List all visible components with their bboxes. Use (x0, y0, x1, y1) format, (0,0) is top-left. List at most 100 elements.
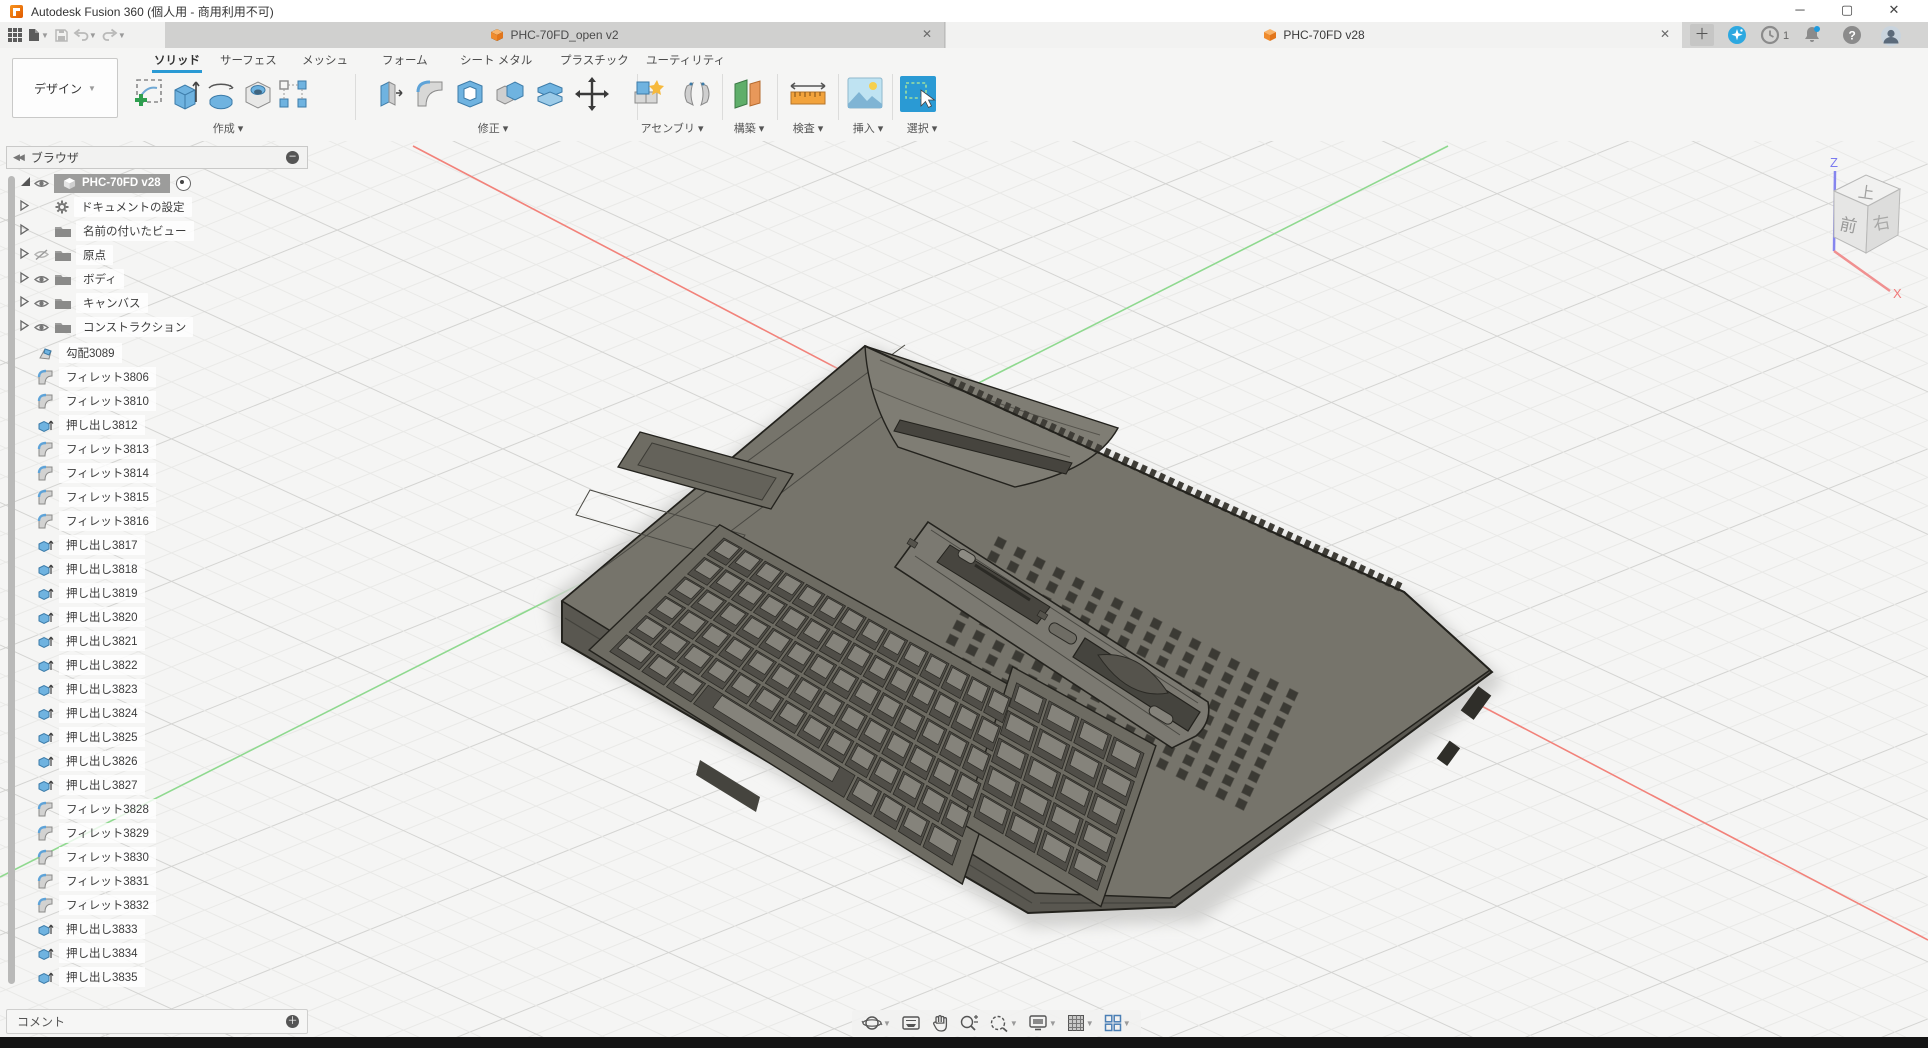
expand-icon[interactable] (20, 296, 34, 310)
assemble-group-label[interactable]: アセンブリ ▾ (640, 120, 703, 136)
inspect-group-label[interactable]: 検査 ▾ (793, 120, 824, 136)
fit-icon[interactable]: ▼ (989, 1014, 1018, 1032)
feature-extrude[interactable]: 押し出し3824 (38, 701, 156, 725)
browser-folder-コンストラクション[interactable]: コンストラクション (20, 315, 193, 339)
feature-fillet[interactable]: フィレット3830 (38, 845, 156, 869)
redo-icon[interactable]: ▼ (103, 29, 126, 41)
undo-icon[interactable]: ▼ (74, 29, 97, 41)
profile-avatar[interactable] (1880, 25, 1900, 45)
display-settings-icon[interactable]: ▼ (1028, 1014, 1057, 1032)
eye-icon[interactable] (34, 249, 50, 261)
add-comment-icon[interactable]: ＋ (286, 1015, 299, 1028)
tab-close-icon[interactable]: ✕ (919, 27, 935, 43)
feature-fillet[interactable]: フィレット3829 (38, 821, 156, 845)
browser-folder-キャンバス[interactable]: キャンバス (20, 291, 148, 315)
create-group-label[interactable]: 作成 ▾ (213, 120, 244, 136)
feature-fillet[interactable]: フィレット3831 (38, 869, 156, 893)
feature-fillet[interactable]: フィレット3810 (38, 389, 156, 413)
ribbon-tab[interactable]: プラスチック (558, 52, 631, 70)
shell-icon[interactable] (454, 76, 486, 117)
browser-root-node[interactable]: PHC-70FD v28 (20, 171, 191, 195)
collapse-panel-icon[interactable]: ◀◀ (13, 152, 23, 163)
maximize-button[interactable]: ▢ (1824, 0, 1870, 22)
ribbon-tab[interactable]: ソリッド (152, 52, 202, 73)
feature-fillet[interactable]: フィレット3816 (38, 509, 156, 533)
grid-settings-icon[interactable]: ▼ (1067, 1014, 1094, 1032)
measure-icon[interactable] (788, 76, 828, 117)
feature-extrude[interactable]: 押し出し3823 (38, 677, 156, 701)
ribbon-tab[interactable]: メッシュ (300, 52, 350, 70)
feature-fillet[interactable]: フィレット3815 (38, 485, 156, 509)
model-viewport[interactable]: ◀◀ ブラウザ – PHC-70FD v28 ドキュメントの設定名前の付いたビュ… (0, 141, 1928, 1037)
expand-collapse-icon[interactable] (20, 176, 34, 190)
view-cube-faces[interactable]: 上 前 右 (1834, 175, 1900, 253)
construct-group-label[interactable]: 構築 ▾ (734, 120, 765, 136)
zoom-icon[interactable] (959, 1014, 979, 1032)
job-status-icon[interactable]: 1 (1760, 25, 1794, 45)
feature-extrude[interactable]: 押し出し3812 (38, 413, 156, 437)
expand-icon[interactable] (20, 200, 34, 214)
feature-fillet[interactable]: フィレット3814 (38, 461, 156, 485)
notification-bell-icon[interactable] (1802, 25, 1822, 45)
feature-extrude[interactable]: 押し出し3822 (38, 653, 156, 677)
browser-folder-名前の付いたビュー[interactable]: 名前の付いたビュー (20, 219, 194, 243)
press-pull-icon[interactable] (375, 76, 405, 117)
insert-group-label[interactable]: 挿入 ▾ (853, 120, 884, 136)
modify-group-label[interactable]: 修正 ▾ (478, 120, 509, 136)
feature-fillet[interactable]: フィレット3806 (38, 365, 156, 389)
browser-folder-ドキュメントの設定[interactable]: ドキュメントの設定 (20, 195, 192, 219)
app-grid-icon[interactable] (8, 28, 22, 42)
eye-icon[interactable] (34, 178, 49, 189)
browser-folder-原点[interactable]: 原点 (20, 243, 113, 267)
select-icon[interactable] (900, 76, 936, 117)
feature-extrude[interactable]: 押し出し3817 (38, 533, 156, 557)
extrude-icon[interactable] (171, 76, 201, 117)
workspace-selector[interactable]: デザイン▼ (12, 58, 118, 118)
extension-icon[interactable] (1727, 25, 1747, 45)
tab-close-icon[interactable]: ✕ (1657, 27, 1673, 43)
document-tab-active[interactable]: PHC-70FD v28 ✕ (946, 22, 1682, 48)
browser-header[interactable]: ◀◀ ブラウザ – (6, 146, 308, 169)
orbit-icon[interactable]: ▼ (862, 1013, 891, 1033)
ribbon-tab[interactable]: フォーム (380, 52, 430, 70)
feature-fillet[interactable]: フィレット3828 (38, 797, 156, 821)
eye-icon[interactable] (34, 322, 50, 333)
view-cube[interactable]: Z X 上 前 右 (1790, 149, 1920, 299)
feature-extrude[interactable]: 押し出し3827 (38, 773, 156, 797)
create-sketch-icon[interactable] (133, 76, 167, 117)
feature-fillet[interactable]: フィレット3813 (38, 437, 156, 461)
document-tab-inactive[interactable]: PHC-70FD_open v2 ✕ (165, 22, 945, 48)
scene-canvas[interactable] (0, 141, 1928, 1037)
feature-extrude[interactable]: 押し出し3833 (38, 917, 156, 941)
eye-icon[interactable] (34, 274, 50, 285)
feature-draft[interactable]: 勾配3089 (38, 341, 156, 365)
viewports-icon[interactable]: ▼ (1104, 1014, 1131, 1032)
close-button[interactable]: ✕ (1871, 0, 1917, 22)
new-component-icon[interactable] (631, 76, 665, 117)
feature-extrude[interactable]: 押し出し3819 (38, 581, 156, 605)
ribbon-tab[interactable]: ユーティリティ (644, 52, 727, 70)
feature-extrude[interactable]: 押し出し3818 (38, 557, 156, 581)
pan-icon[interactable] (931, 1014, 949, 1032)
expand-icon[interactable] (20, 320, 34, 334)
pattern-icon[interactable] (277, 76, 309, 117)
feature-extrude[interactable]: 押し出し3821 (38, 629, 156, 653)
combine-icon[interactable] (494, 76, 526, 117)
help-icon[interactable]: ? (1842, 25, 1862, 45)
revolve-icon[interactable] (204, 76, 238, 117)
new-tab-button[interactable]: ＋ (1690, 24, 1714, 46)
select-group-label[interactable]: 選択 ▾ (907, 120, 938, 136)
look-at-icon[interactable] (901, 1014, 921, 1032)
activate-component-radio[interactable] (176, 176, 191, 191)
feature-extrude[interactable]: 押し出し3835 (38, 965, 156, 989)
feature-extrude[interactable]: 押し出し3826 (38, 749, 156, 773)
browser-scrollbar[interactable] (8, 176, 15, 984)
construct-plane-icon[interactable] (729, 76, 765, 117)
expand-icon[interactable] (20, 224, 34, 238)
hole-icon[interactable] (241, 76, 275, 117)
save-icon[interactable] (55, 29, 68, 42)
new-file-icon[interactable]: ▼ (28, 28, 49, 42)
minimize-panel-icon[interactable]: – (286, 151, 299, 164)
feature-fillet[interactable]: フィレット3832 (38, 893, 156, 917)
minimize-button[interactable]: ─ (1777, 0, 1823, 22)
